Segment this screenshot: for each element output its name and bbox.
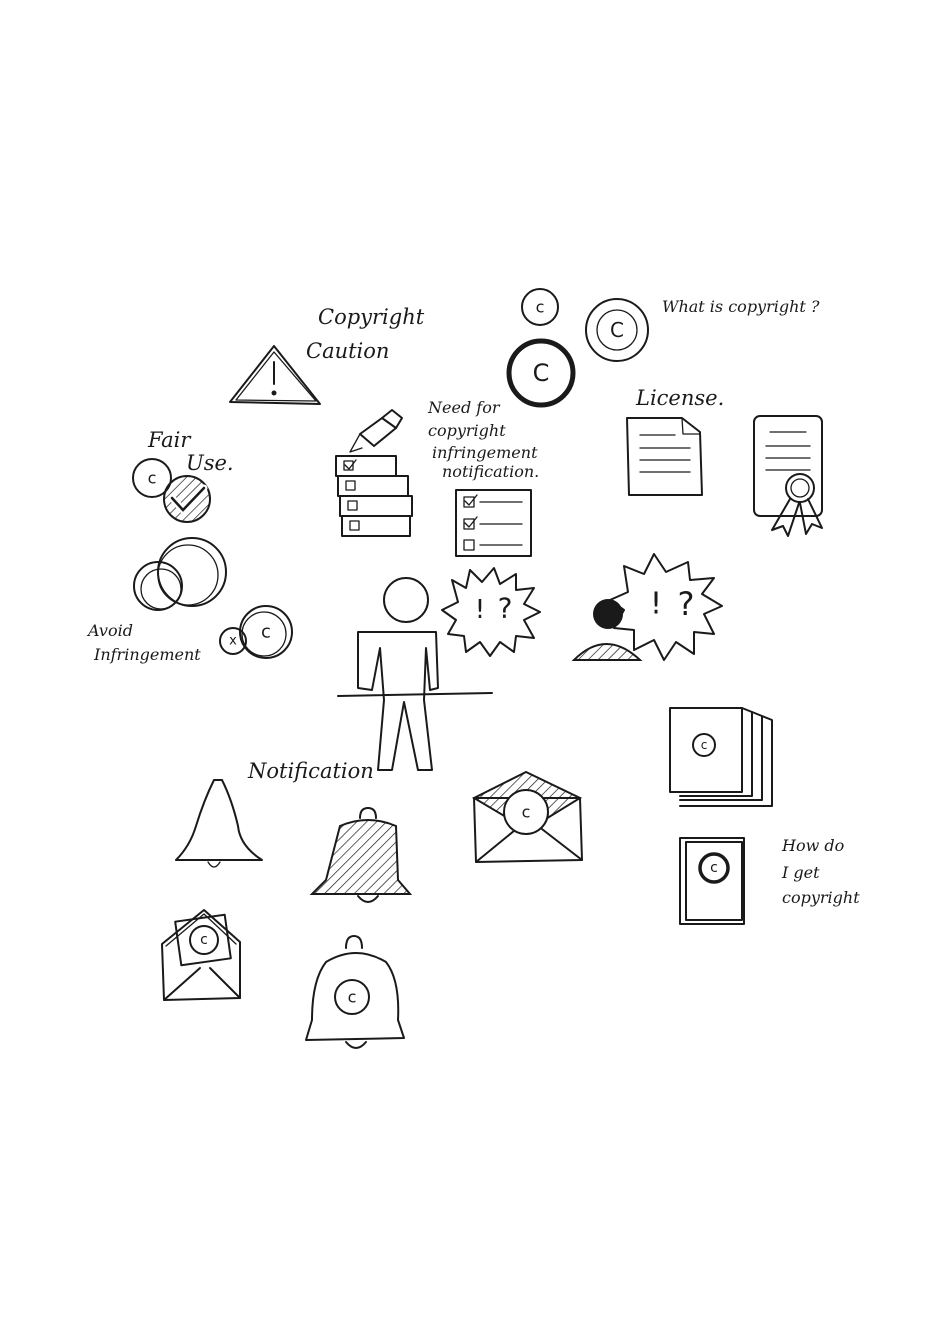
- avoid-infringement-group: Avoid Infringement x c: [86, 537, 293, 664]
- svg-text:c: c: [536, 298, 545, 317]
- svg-text:c: c: [200, 932, 208, 948]
- how-to-get-copyright-group: c c How do I get copyright: [669, 707, 860, 925]
- checklist-icon: [455, 489, 532, 557]
- overlapping-circles-icon: [133, 537, 227, 611]
- envelope-copyright-icon: c: [471, 770, 583, 863]
- svg-text:c: c: [701, 738, 708, 752]
- confused-person-group: ! ?: [337, 567, 541, 771]
- svg-text:C: C: [610, 318, 624, 342]
- how-do-label-1: How do: [781, 836, 844, 855]
- license-group: License.: [626, 386, 823, 537]
- envelope-copyright-icon-2: c: [161, 909, 241, 1001]
- person-figure-icon: [337, 577, 493, 771]
- sketch-canvas: Copyright Caution c C C What is copyrigh…: [86, 288, 860, 1049]
- user-alert-group: ! ?: [571, 553, 723, 661]
- svg-text:c: c: [348, 988, 357, 1007]
- svg-text:c: c: [148, 469, 157, 488]
- avoid-label-1: Avoid: [86, 621, 133, 640]
- svg-text:!: !: [650, 587, 662, 622]
- what-is-copyright-label: What is copyright ?: [662, 297, 820, 316]
- copyright-caution-label-2: Caution: [306, 339, 389, 363]
- svg-text:!: !: [475, 595, 485, 625]
- need-for-label-3: infringement: [432, 443, 538, 462]
- notification-group: Notification c c c: [161, 759, 583, 1049]
- copyright-caution-label-1: Copyright: [318, 305, 425, 329]
- need-for-label-4: notification.: [442, 462, 539, 481]
- fair-use-group: Fair Use. c: [132, 428, 234, 523]
- need-for-label-2: copyright: [428, 421, 506, 440]
- exclamation-question-burst-icon-2: ! ?: [609, 553, 723, 661]
- highlighter-checklist-icon: [335, 409, 413, 537]
- document-icon: [626, 417, 703, 496]
- svg-text:x: x: [229, 634, 237, 649]
- need-for-notification-group: Need for copyright infringement notifica…: [335, 398, 539, 557]
- bell-hatched-icon: [309, 807, 413, 903]
- svg-text:C: C: [533, 359, 550, 387]
- avoid-label-2: Infringement: [93, 645, 201, 664]
- copyright-book-icon: c: [679, 837, 745, 925]
- copyright-caution-group: Copyright Caution: [229, 305, 425, 405]
- fair-use-label-2: Use.: [186, 451, 234, 475]
- bell-copyright-icon: c: [305, 935, 405, 1049]
- copyright-bold-icon: C: [506, 338, 576, 408]
- svg-text:c: c: [261, 622, 271, 643]
- copyright-book-stack-icon: c: [669, 707, 773, 807]
- license-label: License.: [635, 386, 724, 410]
- copyright-c-icon-2: c: [239, 605, 293, 659]
- svg-text:c: c: [522, 803, 531, 822]
- exclamation-question-burst-icon: ! ?: [441, 567, 541, 657]
- svg-text:?: ?: [678, 585, 695, 623]
- how-do-label-3: copyright: [782, 888, 860, 907]
- svg-text:?: ?: [498, 592, 513, 625]
- checkmark-badge-icon: [163, 475, 211, 523]
- notification-label: Notification: [247, 759, 374, 783]
- bell-outline-icon: [175, 779, 263, 868]
- fair-use-label-1: Fair: [147, 428, 192, 452]
- certificate-icon: [753, 415, 823, 537]
- copyright-ring-icon: C: [585, 298, 649, 362]
- need-for-label-1: Need for: [427, 398, 501, 417]
- svg-text:c: c: [710, 860, 718, 876]
- copyright-small-icon: c: [521, 288, 559, 326]
- how-do-label-2: I get: [781, 863, 820, 882]
